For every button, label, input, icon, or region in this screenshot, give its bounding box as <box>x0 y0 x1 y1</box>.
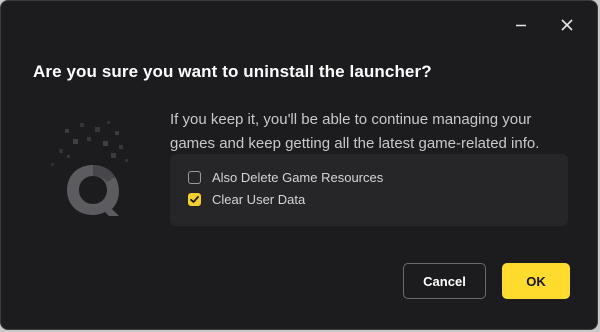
option-label: Also Delete Game Resources <box>212 170 384 185</box>
checkbox-unchecked[interactable] <box>188 171 201 184</box>
close-icon <box>561 19 573 31</box>
option-label: Clear User Data <box>212 192 306 207</box>
close-button[interactable] <box>553 11 581 39</box>
options-panel: Also Delete Game Resources Clear User Da… <box>170 154 568 226</box>
cancel-button[interactable]: Cancel <box>403 263 486 299</box>
dialog-title: Are you sure you want to uninstall the l… <box>33 62 432 81</box>
ok-button[interactable]: OK <box>502 263 570 299</box>
checkmark-icon <box>190 196 199 203</box>
minimize-button[interactable] <box>507 11 535 39</box>
launcher-logo-icon <box>51 121 128 216</box>
minimize-icon <box>516 24 526 27</box>
uninstall-dialog: Are you sure you want to uninstall the l… <box>0 0 598 330</box>
option-delete-game-resources[interactable]: Also Delete Game Resources <box>188 170 383 185</box>
option-clear-user-data[interactable]: Clear User Data <box>188 192 305 207</box>
checkbox-checked[interactable] <box>188 193 201 206</box>
dialog-description: If you keep it, you'll be able to contin… <box>170 111 540 152</box>
